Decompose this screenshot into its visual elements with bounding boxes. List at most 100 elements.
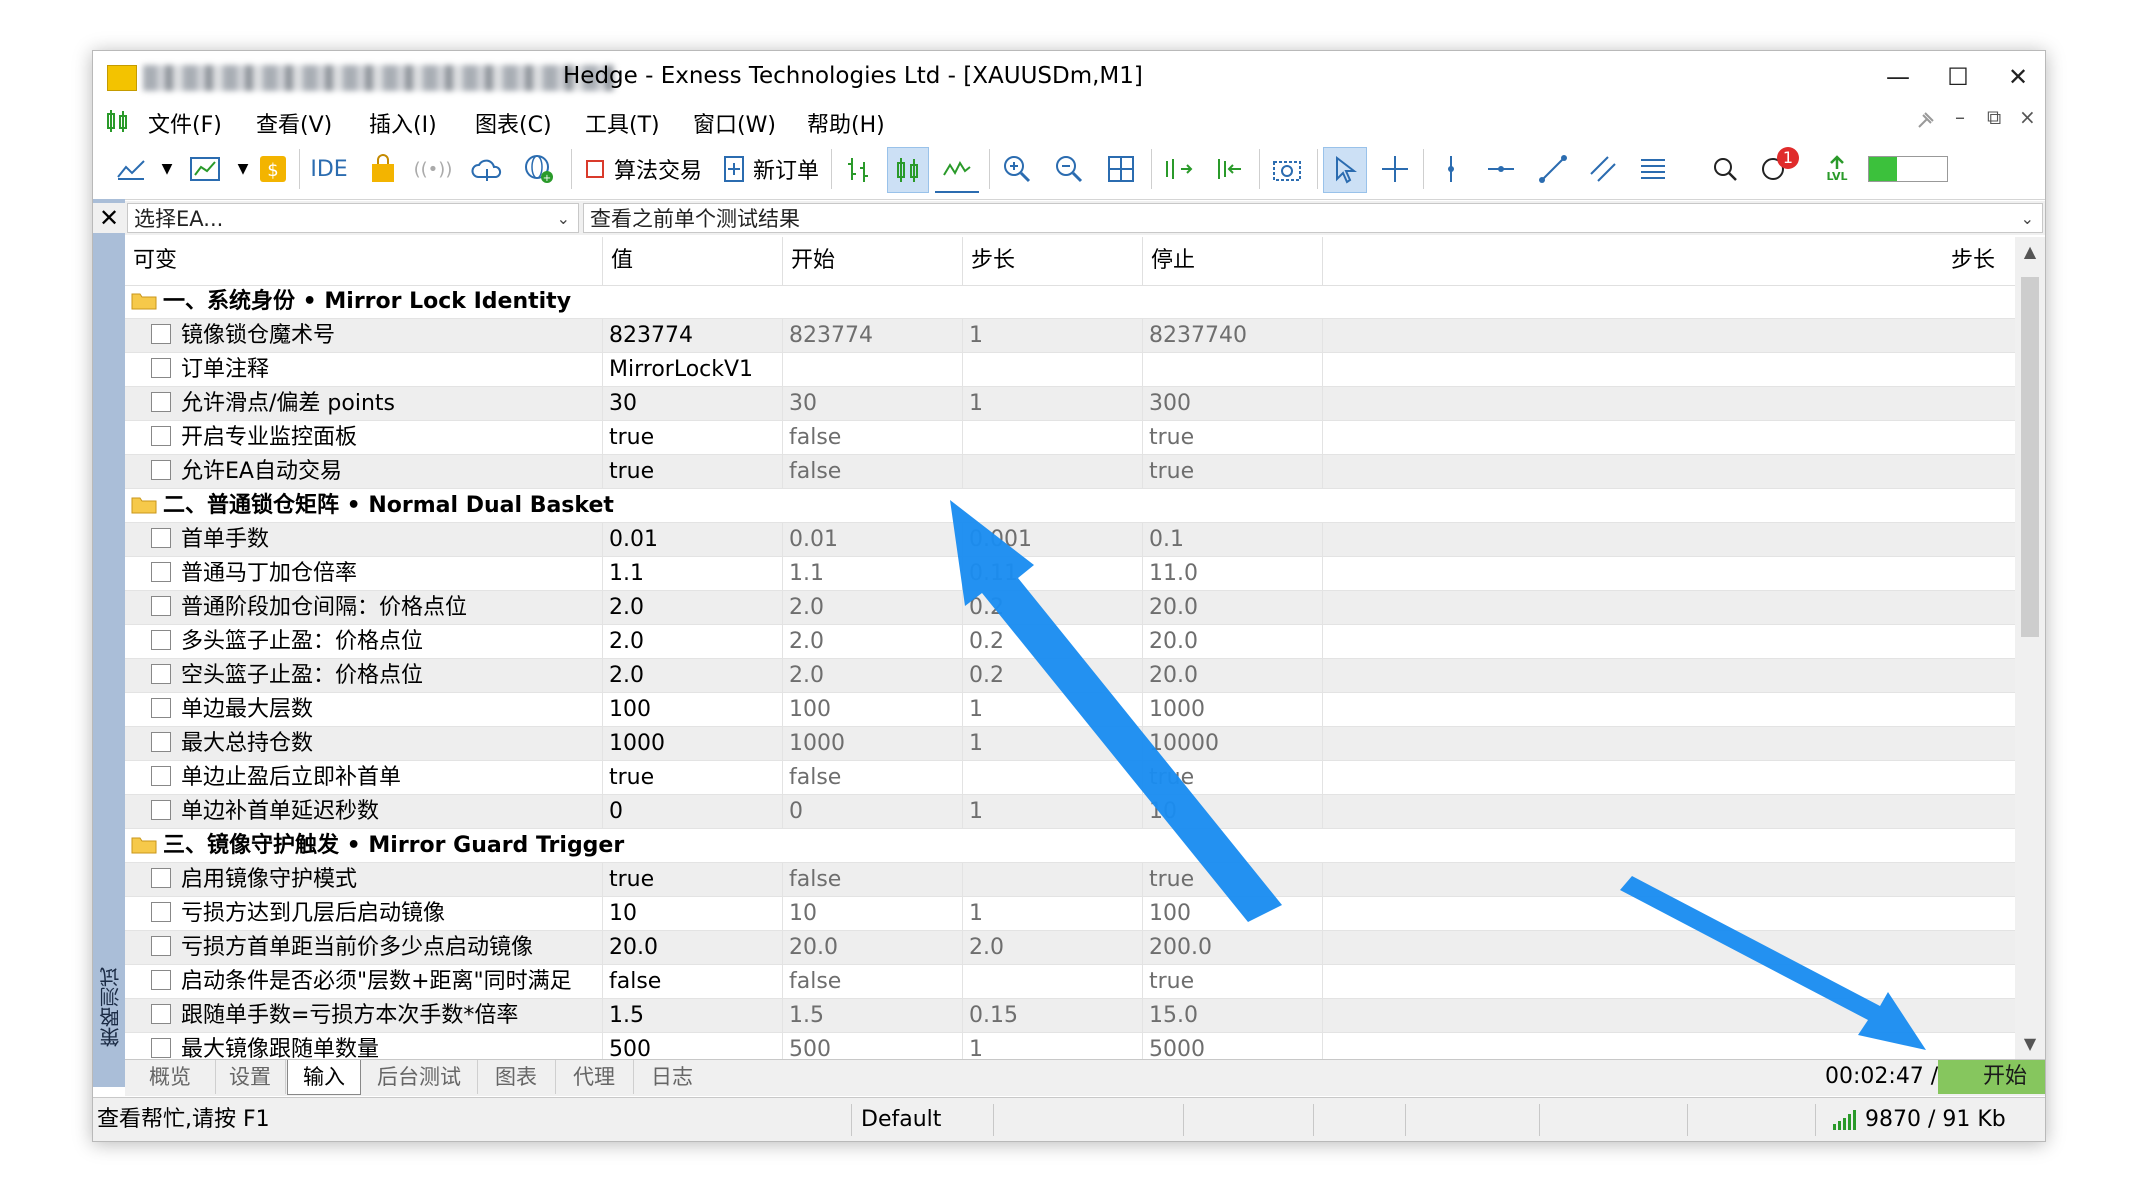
indicators-icon[interactable] <box>111 147 151 191</box>
candlesticks-icon[interactable] <box>887 147 929 193</box>
scroll-thumb[interactable] <box>2021 277 2039 637</box>
param-start[interactable]: 100 <box>783 693 963 727</box>
shopping-bag-icon[interactable] <box>363 147 403 191</box>
table-row[interactable]: 允许EA自动交易 true false true <box>125 455 2015 489</box>
param-value[interactable]: true <box>603 761 783 795</box>
param-value[interactable]: 823774 <box>603 319 783 353</box>
table-row[interactable]: 开启专业监控面板 true false true <box>125 421 2015 455</box>
cloud-icon[interactable] <box>467 147 507 191</box>
optimize-checkbox[interactable] <box>151 1038 171 1058</box>
param-step[interactable] <box>963 421 1143 455</box>
param-step-2[interactable] <box>1323 455 2015 489</box>
param-value[interactable]: 1.5 <box>603 999 783 1033</box>
param-start[interactable]: false <box>783 421 963 455</box>
column-header-value[interactable]: 值 <box>603 237 783 285</box>
param-stop[interactable]: 11.0 <box>1143 557 1323 591</box>
market-dollar-icon[interactable]: $ <box>253 147 293 191</box>
param-step-2[interactable] <box>1323 557 2015 591</box>
table-row[interactable]: 镜像锁仓魔术号 823774 823774 1 8237740 <box>125 319 2015 353</box>
param-start[interactable]: 2.0 <box>783 625 963 659</box>
param-stop[interactable]: true <box>1143 421 1323 455</box>
line-chart-icon[interactable] <box>935 147 979 193</box>
optimize-checkbox[interactable] <box>151 460 171 480</box>
param-value[interactable]: false <box>603 965 783 999</box>
param-step-2[interactable] <box>1323 727 2015 761</box>
chart-templates-icon[interactable] <box>185 147 225 191</box>
param-step-2[interactable] <box>1323 591 2015 625</box>
param-value[interactable]: 20.0 <box>603 931 783 965</box>
param-stop[interactable]: 8237740 <box>1143 319 1323 353</box>
horizontal-line-icon[interactable] <box>1481 147 1521 191</box>
param-step[interactable]: 2.0 <box>963 931 1143 965</box>
optimize-checkbox[interactable] <box>151 392 171 412</box>
tile-windows-icon[interactable] <box>1101 147 1141 191</box>
param-step-2[interactable] <box>1323 999 2015 1033</box>
param-step-2[interactable] <box>1323 319 2015 353</box>
param-start[interactable]: 0 <box>783 795 963 829</box>
param-stop[interactable]: true <box>1143 965 1323 999</box>
new-order-button[interactable]: 新订单 <box>717 147 825 191</box>
param-value[interactable]: 0.01 <box>603 523 783 557</box>
column-header-step[interactable]: 步长 <box>963 237 1143 285</box>
tab-agents[interactable]: 代理 <box>555 1060 634 1094</box>
param-step-2[interactable] <box>1323 659 2015 693</box>
optimize-checkbox[interactable] <box>151 868 171 888</box>
group-row[interactable]: 三、镜像守护触发 • Mirror Guard Trigger <box>125 829 2015 863</box>
param-value[interactable]: true <box>603 455 783 489</box>
param-stop[interactable]: true <box>1143 863 1323 897</box>
param-step[interactable]: 0.11 <box>963 557 1143 591</box>
table-row[interactable]: 亏损方达到几层后启动镜像 10 10 1 100 <box>125 897 2015 931</box>
param-step-2[interactable] <box>1323 965 2015 999</box>
param-step[interactable] <box>963 455 1143 489</box>
param-value[interactable]: 2.0 <box>603 625 783 659</box>
param-stop[interactable]: 10 <box>1143 795 1323 829</box>
param-step[interactable]: 1 <box>963 319 1143 353</box>
param-step[interactable]: 0.2 <box>963 591 1143 625</box>
zoom-in-icon[interactable] <box>997 147 1037 191</box>
param-stop[interactable]: 100 <box>1143 897 1323 931</box>
param-step[interactable]: 0.2 <box>963 659 1143 693</box>
lvl-signal-icon[interactable]: LVL <box>1817 147 1857 191</box>
table-row[interactable]: 多头篮子止盈：价格点位 2.0 2.0 0.2 20.0 <box>125 625 2015 659</box>
cursor-icon[interactable] <box>1323 147 1367 193</box>
bar-chart-icon[interactable] <box>839 147 879 191</box>
param-start[interactable]: 1000 <box>783 727 963 761</box>
indicators-dropdown-icon[interactable]: ▼ <box>147 147 187 191</box>
screenshot-icon[interactable] <box>1267 147 1307 191</box>
param-step[interactable]: 0.15 <box>963 999 1143 1033</box>
param-start[interactable]: 2.0 <box>783 591 963 625</box>
param-start[interactable]: 10 <box>783 897 963 931</box>
chart-shift-icon[interactable] <box>1159 147 1199 191</box>
param-step-2[interactable] <box>1323 625 2015 659</box>
param-start[interactable]: 823774 <box>783 319 963 353</box>
fibonacci-icon[interactable] <box>1633 147 1673 191</box>
param-start[interactable]: false <box>783 965 963 999</box>
child-minimize-button[interactable]: – <box>1955 105 1965 129</box>
param-step-2[interactable] <box>1323 353 2015 387</box>
close-button[interactable]: ✕ <box>1983 57 2045 97</box>
param-step-2[interactable] <box>1323 387 2015 421</box>
param-step[interactable]: 1 <box>963 795 1143 829</box>
param-stop[interactable]: 200.0 <box>1143 931 1323 965</box>
tab-journal[interactable]: 日志 <box>633 1060 711 1094</box>
param-start[interactable]: 1.1 <box>783 557 963 591</box>
optimize-checkbox[interactable] <box>151 630 171 650</box>
param-value[interactable]: true <box>603 421 783 455</box>
param-step[interactable]: 1 <box>963 387 1143 421</box>
column-header-variable[interactable]: 可变 <box>125 237 603 285</box>
table-row[interactable]: 空头篮子止盈：价格点位 2.0 2.0 0.2 20.0 <box>125 659 2015 693</box>
table-row[interactable]: 首单手数 0.01 0.01 0.001 0.1 <box>125 523 2015 557</box>
param-stop[interactable]: true <box>1143 455 1323 489</box>
scroll-down-icon[interactable]: ▼ <box>2015 1029 2045 1059</box>
ea-select[interactable]: 选择EA... ⌄ <box>127 203 579 233</box>
param-start[interactable]: 500 <box>783 1033 963 1059</box>
param-step-2[interactable] <box>1323 931 2015 965</box>
param-step[interactable]: 1 <box>963 1033 1143 1059</box>
param-start[interactable]: 1.5 <box>783 999 963 1033</box>
param-start[interactable]: 0.01 <box>783 523 963 557</box>
vps-globe-icon[interactable]: + <box>519 147 559 191</box>
menu-help[interactable]: 帮助(H) <box>807 107 885 139</box>
tab-overview[interactable]: 概览 <box>125 1060 216 1094</box>
param-stop[interactable]: 20.0 <box>1143 591 1323 625</box>
param-start[interactable]: 2.0 <box>783 659 963 693</box>
